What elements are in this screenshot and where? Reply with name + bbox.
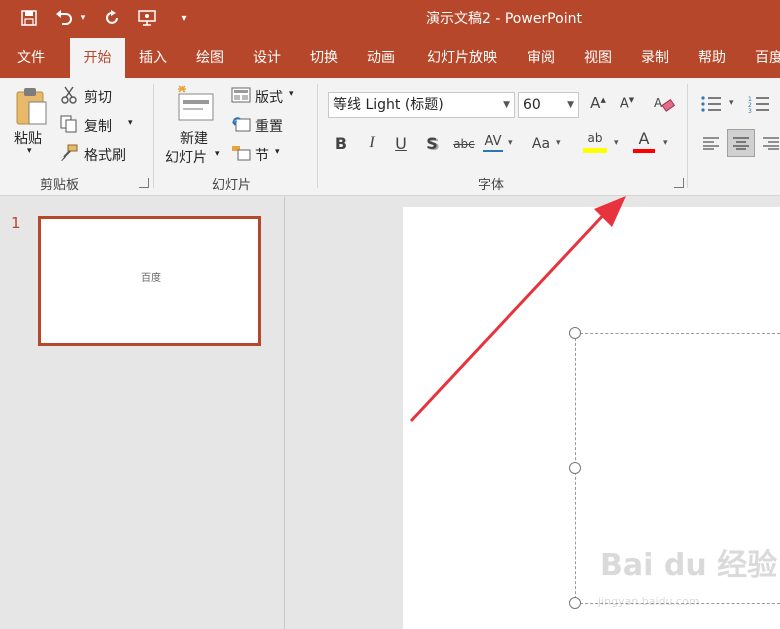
tab-baidu[interactable]: 百度 — [746, 38, 780, 78]
italic-button[interactable]: I — [363, 134, 381, 152]
layout-icon — [231, 86, 251, 104]
tab-file[interactable]: 文件 — [6, 38, 56, 78]
section-dropdown-icon[interactable]: ▾ — [275, 147, 280, 157]
grow-font-icon: A — [590, 94, 601, 112]
tab-insert[interactable]: 插入 — [130, 38, 176, 78]
change-case-dropdown-icon[interactable]: ▾ — [556, 138, 561, 148]
ribbon-tabs: 文件 开始 插入 绘图 设计 切换 动画 幻灯片放映 审阅 视图 录制 帮助 百… — [0, 38, 780, 78]
resize-handle-middle-left[interactable] — [569, 462, 581, 474]
ribbon: 粘贴 ▾ 剪切 复制 ▾ 格式刷 剪贴板 新建 幻灯片 ▾ 版式 ▾ 重置 节 … — [0, 78, 780, 196]
character-spacing-button[interactable]: AV — [483, 134, 503, 152]
new-slide-dropdown-icon[interactable]: ▾ — [215, 149, 220, 159]
font-color-dropdown-icon[interactable]: ▾ — [663, 138, 668, 148]
font-size-dropdown-icon[interactable]: ▼ — [567, 93, 574, 117]
scissors-icon — [60, 86, 78, 104]
shadow-button[interactable]: S — [423, 134, 441, 153]
tab-animations[interactable]: 动画 — [358, 38, 404, 78]
clipboard-launcher-icon[interactable] — [139, 178, 149, 188]
font-name-value: 等线 Light (标题) — [333, 97, 444, 113]
resize-handle-top-left[interactable] — [569, 327, 581, 339]
highlight-dropdown-icon[interactable]: ▾ — [614, 138, 619, 148]
tab-help[interactable]: 帮助 — [689, 38, 735, 78]
format-painter-button[interactable]: 格式刷 — [84, 145, 126, 165]
copy-button[interactable]: 复制 — [84, 116, 112, 136]
slide-number: 1 — [11, 214, 21, 232]
presentation-icon[interactable] — [135, 6, 159, 30]
clear-formatting-icon[interactable]: A — [652, 94, 676, 114]
tab-review[interactable]: 审阅 — [518, 38, 564, 78]
layout-dropdown-icon[interactable]: ▾ — [289, 89, 294, 99]
font-color-bar — [633, 149, 655, 153]
tab-slideshow[interactable]: 幻灯片放映 — [418, 38, 506, 78]
format-painter-icon — [60, 144, 78, 162]
undo-icon[interactable] — [52, 6, 76, 30]
window-title: 演示文稿2 - PowerPoint — [426, 11, 582, 27]
resize-handle-bottom-left[interactable] — [569, 597, 581, 609]
svg-text:3: 3 — [748, 108, 752, 113]
tab-transitions[interactable]: 切换 — [301, 38, 347, 78]
tab-record[interactable]: 录制 — [632, 38, 678, 78]
font-launcher-icon[interactable] — [674, 178, 684, 188]
numbering-icon[interactable]: 123 — [748, 95, 770, 113]
section-icon — [231, 144, 251, 162]
new-slide-icon[interactable] — [175, 84, 215, 124]
paste-icon[interactable] — [14, 86, 48, 126]
reset-icon — [231, 115, 251, 133]
paste-button[interactable]: 粘贴 — [14, 128, 42, 148]
new-slide-label-2[interactable]: 幻灯片 — [165, 147, 207, 167]
align-left-icon[interactable] — [700, 134, 722, 152]
thumbnail-text: 百度 — [141, 273, 161, 284]
font-color-button[interactable]: A — [633, 130, 655, 153]
slides-group-label: 幻灯片 — [212, 178, 252, 193]
font-name-dropdown-icon[interactable]: ▼ — [503, 93, 510, 117]
tab-draw[interactable]: 绘图 — [187, 38, 233, 78]
highlight-button[interactable]: ab — [583, 130, 607, 153]
underline-button[interactable]: U — [392, 134, 410, 153]
tab-design[interactable]: 设计 — [244, 38, 290, 78]
align-right-icon[interactable] — [760, 134, 780, 152]
shrink-font-button[interactable]: A▼ — [617, 96, 637, 111]
separator — [317, 84, 318, 188]
slide-thumbnail[interactable]: 百度 — [38, 216, 261, 346]
cut-button[interactable]: 剪切 — [84, 87, 112, 107]
watermark-url: jingyan.baidu.com — [598, 595, 700, 608]
separator — [687, 84, 688, 188]
align-center-icon[interactable] — [727, 129, 755, 157]
customize-qat-icon[interactable]: ▾ — [172, 6, 196, 30]
save-icon[interactable] — [17, 6, 41, 30]
font-name-combo[interactable]: 等线 Light (标题) ▼ — [328, 92, 515, 118]
tab-view[interactable]: 视图 — [575, 38, 621, 78]
redo-icon[interactable] — [100, 6, 124, 30]
font-group-label: 字体 — [478, 178, 505, 193]
strikethrough-button[interactable]: abc — [451, 137, 477, 151]
grow-font-button[interactable]: A▲ — [588, 94, 608, 112]
separator — [153, 84, 154, 188]
undo-dropdown-icon[interactable]: ▾ — [76, 6, 90, 30]
highlight-color-bar — [583, 148, 607, 153]
change-case-button[interactable]: Aa — [530, 136, 552, 152]
copy-icon — [60, 115, 78, 133]
title-bar: ▾ ▾ 演示文稿2 - PowerPoint — [0, 0, 780, 38]
highlight-icon: ab — [587, 131, 603, 145]
font-color-icon: A — [638, 129, 650, 148]
section-button[interactable]: 节 — [255, 145, 269, 165]
reset-button[interactable]: 重置 — [255, 116, 283, 136]
layout-button[interactable]: 版式 — [255, 87, 283, 107]
svg-text:A: A — [654, 96, 663, 110]
bold-button[interactable]: B — [332, 134, 350, 153]
character-spacing-dropdown-icon[interactable]: ▾ — [508, 138, 513, 148]
bullets-dropdown-icon[interactable]: ▾ — [729, 98, 734, 108]
new-slide-label-1[interactable]: 新建 — [180, 128, 208, 148]
tab-home[interactable]: 开始 — [70, 38, 125, 78]
font-size-value: 60 — [523, 97, 541, 113]
shrink-font-icon: A — [619, 96, 629, 112]
paste-dropdown-icon[interactable]: ▾ — [27, 146, 32, 156]
bullets-icon[interactable] — [700, 95, 722, 113]
font-size-combo[interactable]: 60 ▼ — [518, 92, 579, 118]
watermark: Bai du 经验 — [600, 548, 778, 583]
copy-dropdown-icon[interactable]: ▾ — [128, 118, 133, 128]
clipboard-group-label: 剪贴板 — [40, 178, 80, 193]
